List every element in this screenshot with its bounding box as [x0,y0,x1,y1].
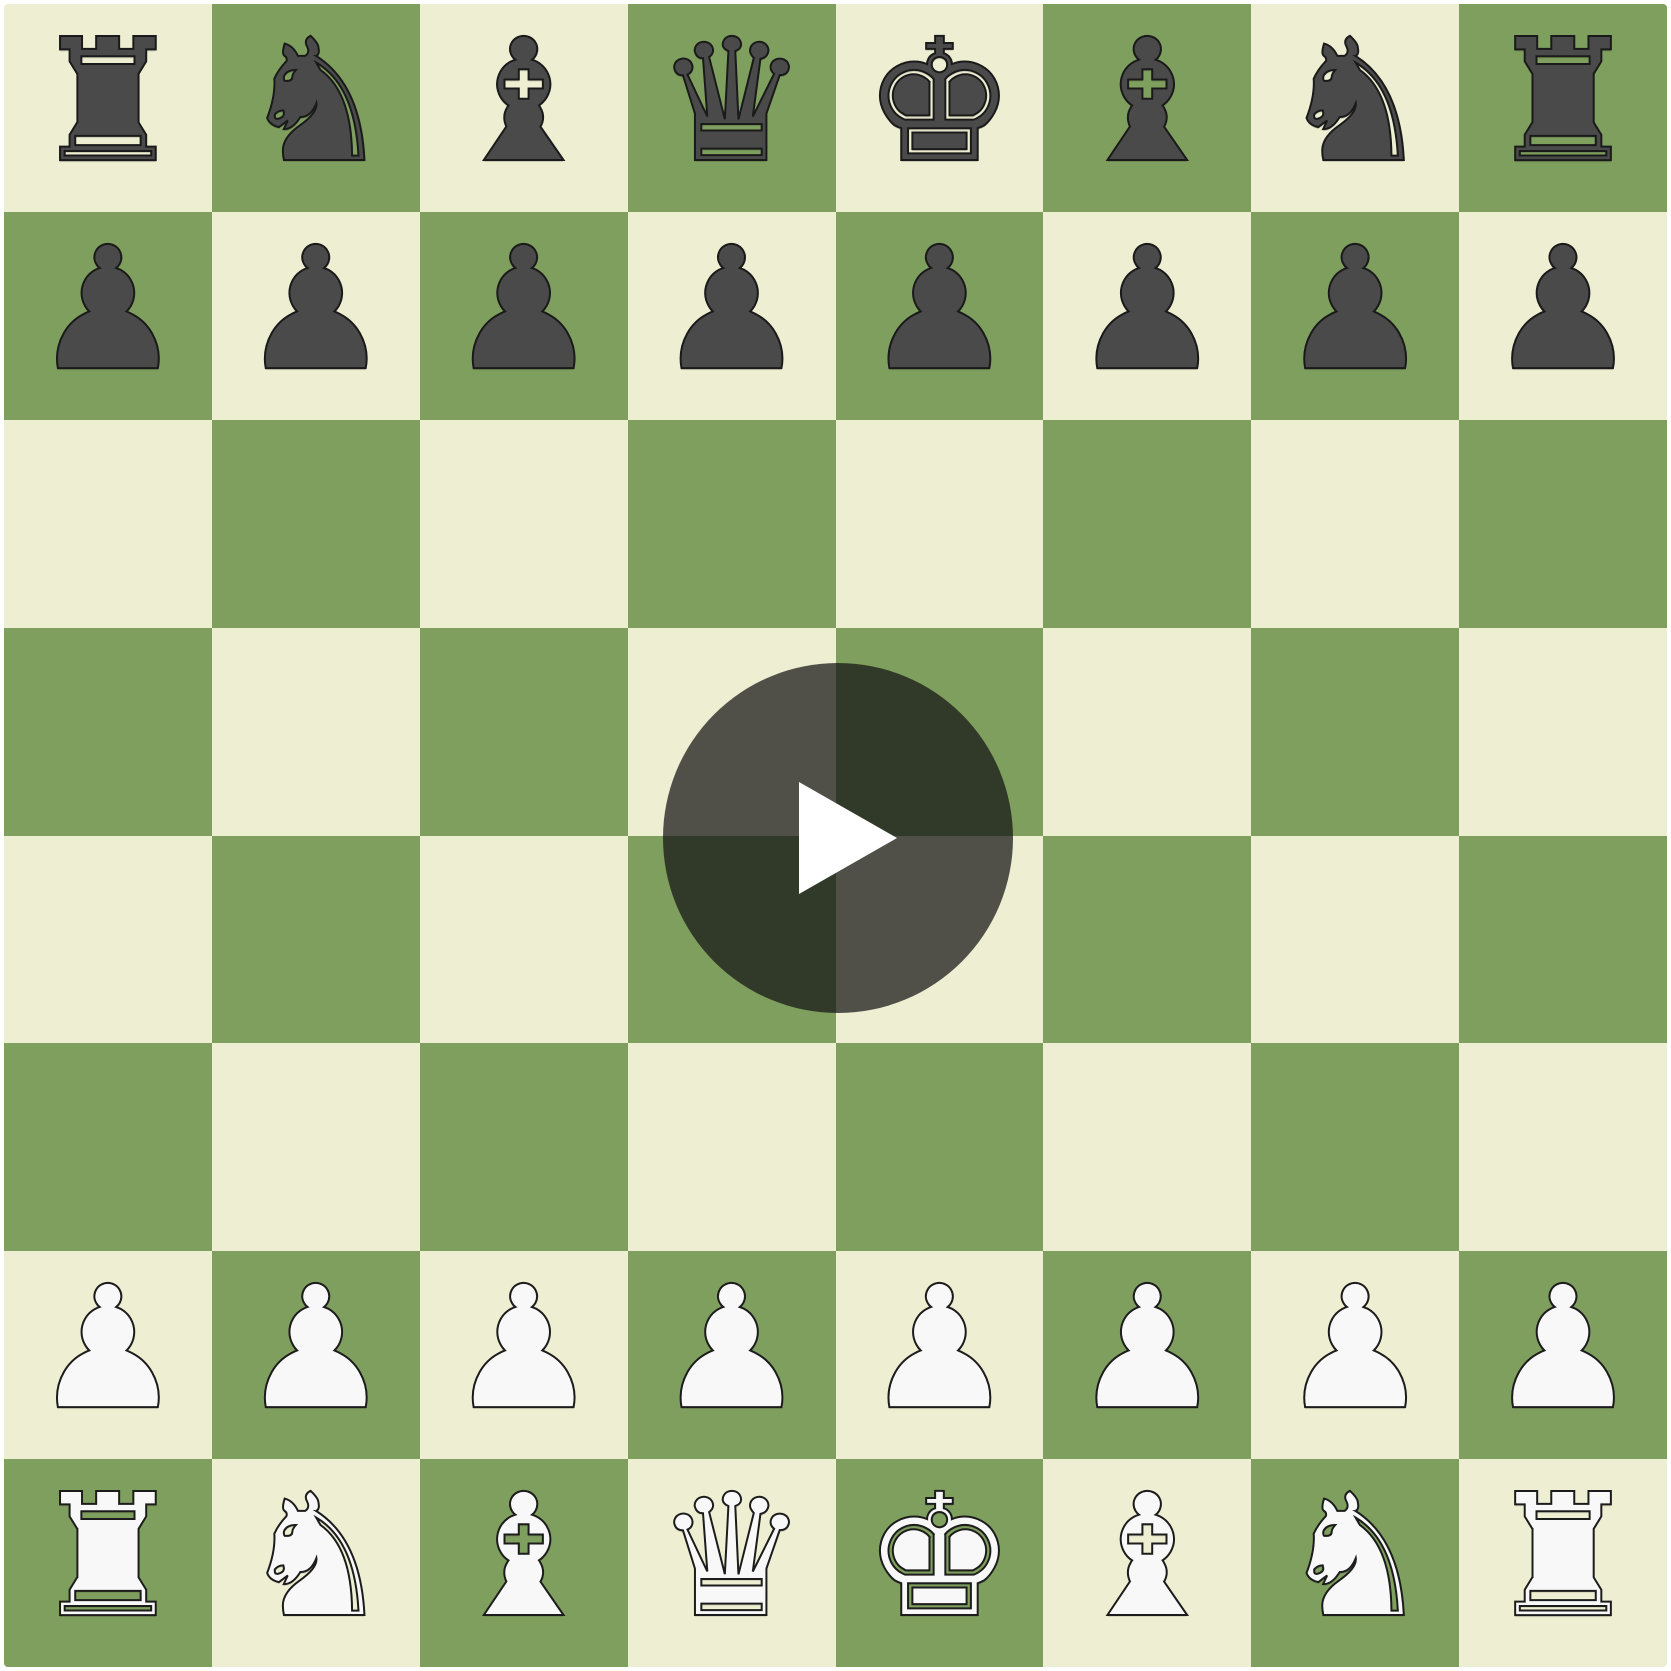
square-c2[interactable]: ♟ [419,1251,628,1460]
square-c7[interactable]: ♟ [419,211,628,420]
square-h4[interactable] [1459,835,1667,1044]
black-bishop-icon[interactable]: ♝ [446,16,600,188]
square-a8[interactable]: ♜ [4,4,212,212]
square-a4[interactable] [4,835,212,1044]
black-knight-icon[interactable]: ♞ [239,16,393,188]
square-h8[interactable]: ♜ [1459,4,1667,212]
square-b5[interactable] [211,627,420,836]
square-g6[interactable] [1251,419,1460,628]
square-c3[interactable] [419,1043,628,1252]
black-king-icon[interactable]: ♚ [862,16,1016,188]
white-knight-icon[interactable]: ♞ [1278,1471,1432,1643]
square-f5[interactable] [1043,627,1252,836]
black-knight-icon[interactable]: ♞ [1278,16,1432,188]
white-knight-icon[interactable]: ♞ [239,1471,393,1643]
square-c6[interactable] [419,419,628,628]
square-b4[interactable] [211,835,420,1044]
square-g5[interactable] [1251,627,1460,836]
square-e7[interactable]: ♟ [835,211,1044,420]
square-d7[interactable]: ♟ [627,211,836,420]
white-pawn-icon[interactable]: ♟ [654,1263,808,1435]
square-a6[interactable] [4,419,212,628]
square-a2[interactable]: ♟ [4,1251,212,1460]
square-a7[interactable]: ♟ [4,211,212,420]
play-icon [799,782,897,894]
square-b3[interactable] [211,1043,420,1252]
square-d6[interactable] [627,419,836,628]
square-e1[interactable]: ♚ [835,1459,1044,1667]
black-bishop-icon[interactable]: ♝ [1070,16,1224,188]
square-h1[interactable]: ♜ [1459,1459,1667,1667]
black-pawn-icon[interactable]: ♟ [654,224,808,396]
square-e6[interactable] [835,419,1044,628]
black-pawn-icon[interactable]: ♟ [1486,224,1640,396]
square-a5[interactable] [4,627,212,836]
square-d8[interactable]: ♛ [627,4,836,212]
square-h7[interactable]: ♟ [1459,211,1667,420]
square-h3[interactable] [1459,1043,1667,1252]
square-a3[interactable] [4,1043,212,1252]
square-b8[interactable]: ♞ [211,4,420,212]
square-g3[interactable] [1251,1043,1460,1252]
black-pawn-icon[interactable]: ♟ [239,224,393,396]
square-f7[interactable]: ♟ [1043,211,1252,420]
white-pawn-icon[interactable]: ♟ [1278,1263,1432,1435]
black-pawn-icon[interactable]: ♟ [1070,224,1224,396]
square-e2[interactable]: ♟ [835,1251,1044,1460]
white-pawn-icon[interactable]: ♟ [1070,1263,1224,1435]
square-h6[interactable] [1459,419,1667,628]
play-button[interactable] [663,663,1013,1013]
square-d2[interactable]: ♟ [627,1251,836,1460]
square-e3[interactable] [835,1043,1044,1252]
square-b2[interactable]: ♟ [211,1251,420,1460]
square-f3[interactable] [1043,1043,1252,1252]
square-c1[interactable]: ♝ [419,1459,628,1667]
square-g1[interactable]: ♞ [1251,1459,1460,1667]
black-pawn-icon[interactable]: ♟ [1278,224,1432,396]
white-queen-icon[interactable]: ♛ [654,1471,808,1643]
square-c8[interactable]: ♝ [419,4,628,212]
white-bishop-icon[interactable]: ♝ [446,1471,600,1643]
square-f8[interactable]: ♝ [1043,4,1252,212]
black-queen-icon[interactable]: ♛ [654,16,808,188]
white-pawn-icon[interactable]: ♟ [239,1263,393,1435]
black-rook-icon[interactable]: ♜ [31,16,185,188]
square-b1[interactable]: ♞ [211,1459,420,1667]
white-rook-icon[interactable]: ♜ [31,1471,185,1643]
square-b6[interactable] [211,419,420,628]
white-pawn-icon[interactable]: ♟ [1486,1263,1640,1435]
black-pawn-icon[interactable]: ♟ [446,224,600,396]
square-f1[interactable]: ♝ [1043,1459,1252,1667]
white-pawn-icon[interactable]: ♟ [31,1263,185,1435]
square-g8[interactable]: ♞ [1251,4,1460,212]
square-g7[interactable]: ♟ [1251,211,1460,420]
square-d1[interactable]: ♛ [627,1459,836,1667]
chessboard-frame: ♜ ♞ ♝ ♛ ♚ ♝ ♞ ♜ ♟ ♟ ♟ ♟ ♟ ♟ ♟ ♟ ♟ ♟ ♟ ♟ ♟ ♟ ♟ ♟ ♜ ♞ ♝ ♛ ♚ ♝ ♞ ♜ [4,4,1667,1667]
white-pawn-icon[interactable]: ♟ [446,1263,600,1435]
square-f6[interactable] [1043,419,1252,628]
white-rook-icon[interactable]: ♜ [1486,1471,1640,1643]
black-pawn-icon[interactable]: ♟ [862,224,1016,396]
white-bishop-icon[interactable]: ♝ [1070,1471,1224,1643]
square-c4[interactable] [419,835,628,1044]
square-f4[interactable] [1043,835,1252,1044]
black-pawn-icon[interactable]: ♟ [31,224,185,396]
square-h5[interactable] [1459,627,1667,836]
square-a1[interactable]: ♜ [4,1459,212,1667]
square-c5[interactable] [419,627,628,836]
square-d3[interactable] [627,1043,836,1252]
square-g4[interactable] [1251,835,1460,1044]
white-king-icon[interactable]: ♚ [862,1471,1016,1643]
square-g2[interactable]: ♟ [1251,1251,1460,1460]
black-rook-icon[interactable]: ♜ [1486,16,1640,188]
square-h2[interactable]: ♟ [1459,1251,1667,1460]
white-pawn-icon[interactable]: ♟ [862,1263,1016,1435]
square-b7[interactable]: ♟ [211,211,420,420]
square-e8[interactable]: ♚ [835,4,1044,212]
square-f2[interactable]: ♟ [1043,1251,1252,1460]
